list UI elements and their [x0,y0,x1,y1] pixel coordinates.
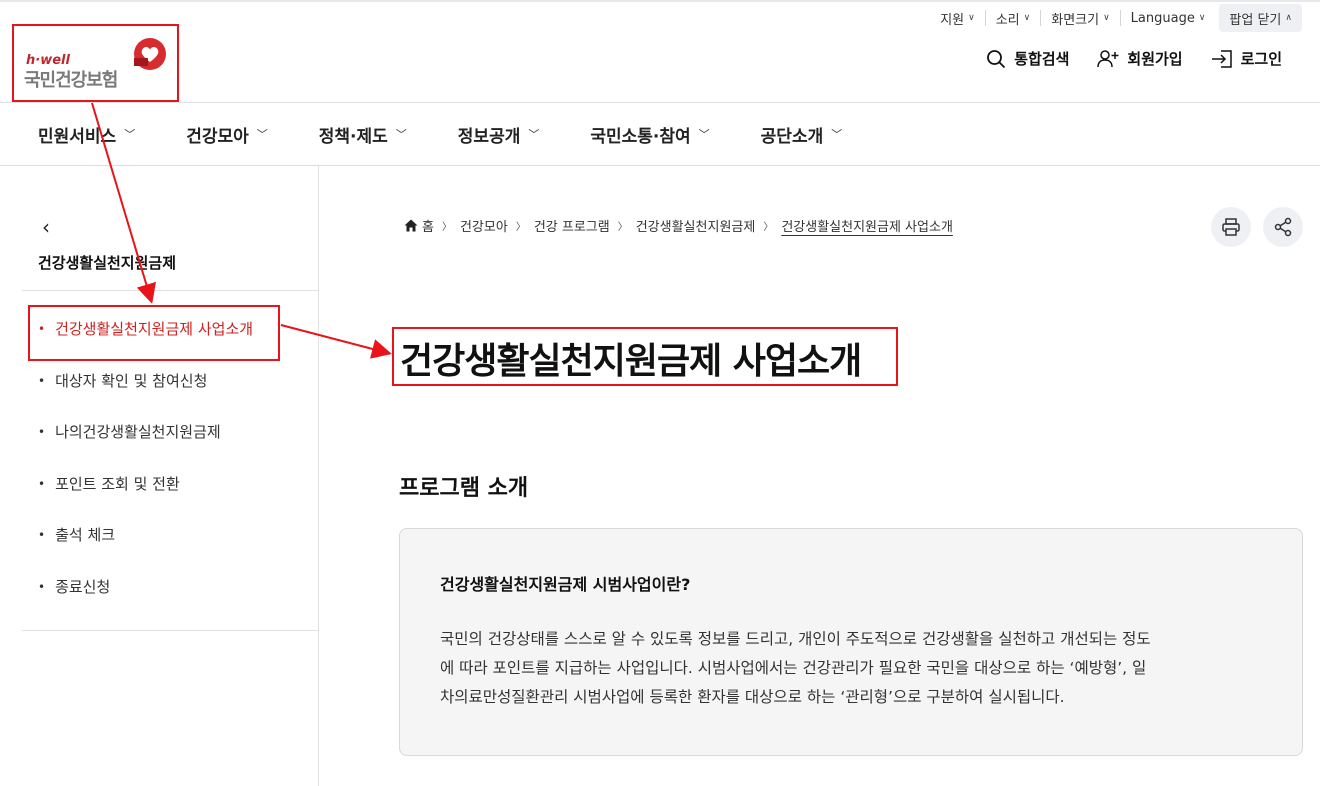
gnb-label: 정책·제도 [318,126,388,147]
signup-label: 회원가입 [1127,50,1183,68]
sidebar-item-label: 나의건강생활실천지원금제 [55,423,221,441]
sidebar-item-termination[interactable]: • 종료신청 [38,576,253,628]
logo[interactable]: h·well 국민건강보험 [12,24,179,102]
gnb-label: 민원서비스 [38,126,117,147]
sidebar-item-my-program[interactable]: • 나의건강생활실천지원금제 [38,421,253,473]
chevron-right-icon: 〉 [763,222,774,233]
info-line: 국민의 건강상태를 스스로 알 수 있도록 정보를 드리고, 개인이 주도적으로… [440,630,1151,648]
chevron-up-icon: ∧ [1285,13,1292,23]
utility-language[interactable]: Language ∨ [1119,10,1216,26]
heart-logo-icon [134,38,166,70]
chevron-down-icon: ∨ [968,13,975,23]
annotation-box-sidebar [28,305,280,361]
login-icon [1211,49,1232,68]
gnb-label: 건강모아 [186,126,249,147]
logo-name: 국민건강보험 [24,70,118,91]
header-actions: 통합검색 회원가입 로그인 [986,48,1282,69]
chevron-down-icon: ∨ [1103,13,1110,23]
sidebar-divider-bottom [22,630,318,631]
chevron-down-icon: ∨ [1198,13,1206,23]
nav-divider [0,165,1320,166]
bullet-icon: • [38,528,46,542]
sidebar-item-label: 대상자 확인 및 참여신청 [55,371,208,390]
sidebar-item-attendance[interactable]: • 출석 체크 [38,524,253,576]
add-user-icon [1097,49,1119,67]
sidebar-item-label: 포인트 조회 및 전환 [55,474,180,493]
annotation-arrow-sidebar-to-title [280,324,392,359]
sidebar-divider-top [22,290,318,291]
login-button[interactable]: 로그인 [1211,48,1282,69]
utility-screen-size[interactable]: 화면크기 ∨ [1040,10,1119,28]
gnb-item-disclosure[interactable]: 정보공개 ﹀ [458,122,540,147]
breadcrumb-item[interactable]: 건강생활실천지원금제 [636,216,756,235]
popup-close-label: 팝업 닫기 [1229,12,1282,28]
share-button[interactable] [1263,207,1303,247]
bullet-icon: • [38,579,46,594]
chevron-down-icon: ﹀ [124,128,136,141]
share-icon [1274,217,1292,237]
utility-sound-label: 소리 [995,12,1020,28]
utility-support[interactable]: 지원 ∨ [930,10,985,28]
signup-button[interactable]: 회원가입 [1097,48,1183,69]
chevron-right-icon: 〉 [515,222,526,233]
info-box: 건강생활실천지원금제 시범사업이란? 국민의 건강상태를 스스로 알 수 있도록… [399,528,1303,756]
bullet-icon: • [38,373,46,388]
gnb-label: 공단소개 [760,126,824,147]
sidebar-divider [318,166,319,786]
chevron-down-icon: ﹀ [831,128,843,141]
sidebar-item-label: 종료신청 [55,577,111,596]
section-title: 프로그램 소개 [399,476,529,501]
back-chevron-icon[interactable]: ‹ [42,215,50,239]
chevron-down-icon: ∨ [1023,13,1031,23]
gnb-item-communication[interactable]: 국민소통·참여 ﹀ [590,122,709,147]
utility-language-label: Language [1130,10,1195,26]
gnb-item-health[interactable]: 건강모아 ﹀ [186,122,268,147]
bullet-icon: • [38,476,46,491]
sidebar-item-eligibility[interactable]: • 대상자 확인 및 참여신청 [38,370,253,422]
info-line: 에 따라 포인트를 지급하는 사업입니다. 시범사업에서는 건강관리가 필요한 … [440,659,1147,677]
gnb-label: 정보공개 [457,126,521,147]
breadcrumb-home-label: 홈 [422,220,434,235]
bullet-icon: • [38,425,46,439]
annotation-box-title [392,327,898,386]
breadcrumb-current[interactable]: 건강생활실천지원금제 사업소개 [781,216,953,235]
gnb-item-civil-service[interactable]: 민원서비스 ﹀ [38,122,135,147]
sidebar-item-label: 출석 체크 [55,526,116,544]
utility-bar: 지원 ∨ 소리 ∨ 화면크기 ∨ Language ∨ 팝업 닫기 ∧ [930,3,1302,33]
sidebar-title: 건강생활실천지원금제 [38,254,177,272]
chevron-down-icon: ﹀ [395,128,407,141]
top-border [0,0,1320,2]
info-line: 차의료만성질환관리 시범사업에 등록한 환자를 대상으로 하는 ‘관리형’으로 … [440,688,1065,706]
utility-sound[interactable]: 소리 ∨ [984,10,1041,28]
search-label: 통합검색 [1014,50,1070,68]
breadcrumb-item[interactable]: 건강모아 [460,216,508,235]
search-button[interactable]: 통합검색 [986,48,1069,69]
global-nav: 민원서비스 ﹀ 건강모아 ﹀ 정책·제도 ﹀ 정보공개 ﹀ 국민소통·참여 ﹀ 공단소개 ﹀ [0,103,1320,165]
breadcrumb-home[interactable]: 홈 [404,216,434,235]
chevron-down-icon: ﹀ [256,128,268,141]
popup-close-button[interactable]: 팝업 닫기 ∧ [1219,4,1302,32]
login-label: 로그인 [1240,50,1282,68]
breadcrumb: 홈 〉 건강모아 〉 건강 프로그램 〉 건강생활실천지원금제 〉 건강생활실천… [404,216,953,235]
gnb-label: 국민소통·참여 [590,126,691,147]
gnb-item-about[interactable]: 공단소개 ﹀ [761,122,843,147]
sidebar-menu: • 건강생활실천지원금제 사업소개 • 대상자 확인 및 참여신청 • 나의건강생활실… [38,318,253,627]
print-icon [1222,218,1240,236]
chevron-right-icon: 〉 [617,222,628,233]
chevron-down-icon: ﹀ [528,128,540,141]
print-button[interactable] [1211,207,1251,247]
info-heading: 건강생활실천지원금제 시범사업이란? [440,575,691,594]
chevron-right-icon: 〉 [441,222,452,233]
search-icon [987,49,1006,68]
utility-support-label: 지원 [940,12,965,28]
breadcrumb-item[interactable]: 건강 프로그램 [534,216,610,235]
gnb-item-policy[interactable]: 정책·제도 ﹀ [319,122,407,147]
chevron-down-icon: ﹀ [698,128,710,141]
utility-screen-size-label: 화면크기 [1051,12,1100,28]
info-body: 국민의 건강상태를 스스로 알 수 있도록 정보를 드리고, 개인이 주도적으로… [440,625,1262,712]
sidebar-item-points[interactable]: • 포인트 조회 및 전환 [38,473,253,525]
home-icon [404,219,418,232]
